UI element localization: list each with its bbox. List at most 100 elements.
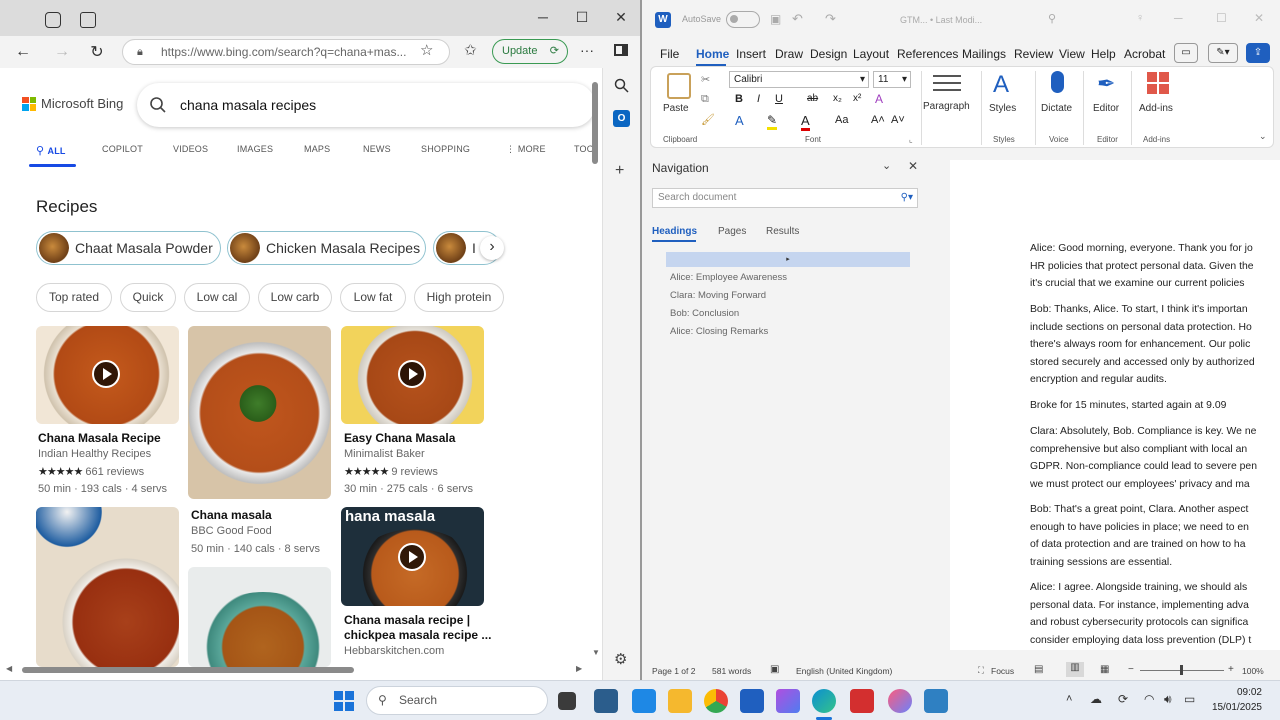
tab-videos[interactable]: VIDEOS [173,144,208,154]
scroll-left-icon[interactable]: ◀ [6,664,12,673]
bold-icon[interactable]: B [735,93,743,105]
dictate-button[interactable]: Dictate [1041,103,1072,114]
chip-top-rated[interactable]: Top rated [36,283,112,312]
update-button[interactable]: Update ⟳ [492,39,568,64]
redo-icon[interactable]: ↷ [825,11,836,27]
chip-low-carb[interactable]: Low carb [258,283,332,312]
nav-heading-item[interactable]: Clara: Moving Forward [670,290,766,301]
editing-mode-icon[interactable]: ✎▾ [1208,43,1238,63]
task-view-icon[interactable] [558,692,576,710]
close-icon[interactable]: ✕ [601,9,640,26]
document-page[interactable]: Alice: Good morning, everyone. Thank you… [950,160,1280,650]
tab-headings[interactable]: Headings [652,226,697,237]
carousel-next-icon[interactable]: › [480,236,504,260]
recipe-title[interactable]: Easy Chana Masala [344,431,455,445]
copilot-icon[interactable] [776,689,800,713]
sync-icon[interactable]: ⟳ [1118,692,1128,706]
back-icon[interactable]: ← [9,38,37,66]
focus-icon[interactable]: ⛶ [978,665,984,676]
web-layout-icon[interactable]: ▦ [1100,664,1109,675]
zoom-slider-thumb[interactable] [1180,665,1183,675]
chip-low-fat[interactable]: Low fat [340,283,406,312]
print-layout-icon[interactable]: ▥ [1066,662,1084,677]
volume-icon[interactable]: 🔊︎ [1164,692,1172,707]
zoom-in-icon[interactable]: + [1228,664,1234,675]
search-icon[interactable]: ⚲ [1048,12,1056,25]
file-explorer-icon[interactable] [668,689,692,713]
chrome-icon[interactable] [704,689,728,713]
chevron-down-icon[interactable]: ⌄ [882,159,891,172]
address-bar[interactable]: 🔒︎ https://www.bing.com/search?q=chana+m… [122,39,450,65]
chip-high-protein[interactable]: High protein [414,283,504,312]
clipboard-launcher-icon[interactable]: ⌞ [909,135,913,144]
save-icon[interactable]: ▣ [770,12,781,26]
change-case-icon[interactable]: Aa [835,114,848,126]
minimize-icon[interactable]: ─ [1174,11,1183,25]
tab-pages[interactable]: Pages [718,226,746,237]
tab-maps[interactable]: MAPS [304,144,330,154]
autosave-toggle[interactable] [726,11,760,28]
document-title[interactable]: GTM... • Last Modi... [900,15,982,25]
subscript-icon[interactable]: x₂ [833,93,842,104]
vertical-scrollbar[interactable] [592,82,598,164]
menu-acrobat[interactable]: Acrobat [1124,47,1165,61]
recipe-image-3[interactable] [341,326,484,424]
recipe-image-1[interactable] [36,326,179,424]
word-count[interactable]: 581 words [712,666,751,676]
copy-icon[interactable]: ⧉ [701,93,709,106]
bing-logo[interactable]: Microsoft Bing [22,96,123,111]
taskbar-search-box[interactable]: ⚲ Search [366,686,548,715]
tab-actions-icon[interactable] [80,12,96,28]
nav-heading-item[interactable]: Alice: Employee Awareness [670,272,787,283]
menu-mailings[interactable]: Mailings [962,47,1006,61]
paste-icon[interactable] [667,73,691,99]
edge-taskbar-icon[interactable] [812,689,836,713]
outlook-icon[interactable]: O [613,110,630,127]
add-ins-button[interactable]: Add-ins [1139,103,1173,114]
strikethrough-icon[interactable]: ab [807,93,818,104]
close-pane-icon[interactable]: ✕ [908,159,918,173]
start-windows-icon[interactable] [334,691,354,711]
doc-paragraph[interactable]: Alice: I agree. Alongside training, we s… [1030,579,1251,649]
dictate-microphone-icon[interactable] [1051,71,1064,93]
editor-button[interactable]: Editor [1093,103,1119,114]
menu-help[interactable]: Help [1091,47,1116,61]
recipe-image-4[interactable] [36,507,179,667]
menu-references[interactable]: References [897,47,958,61]
nav-heading-item[interactable]: Bob: Conclusion [670,308,739,319]
collapse-ribbon-icon[interactable]: ⌄ [1259,131,1267,142]
maximize-icon[interactable]: ☐ [1216,11,1227,25]
recipe-title[interactable]: Chana masala [191,508,272,522]
superscript-icon[interactable]: x² [853,93,861,104]
horizontal-scrollbar[interactable] [22,667,354,673]
font-color-icon[interactable]: A [801,113,810,131]
language[interactable]: English (United Kingdom) [796,666,892,676]
battery-icon[interactable]: ▭ [1184,692,1195,706]
underline-icon[interactable]: U [775,93,783,105]
italic-icon[interactable]: I [757,93,760,105]
recipe-title[interactable]: Chana masala recipe | [344,613,470,627]
bing-search-box[interactable]: chana masala recipes [137,83,595,127]
text-effects-icon[interactable]: A [735,113,744,128]
doc-paragraph[interactable]: Broke for 15 minutes, started again at 9… [1030,397,1226,415]
styles-button[interactable]: Styles [989,103,1016,114]
cut-icon[interactable]: ✂ [701,73,710,86]
format-painter-icon[interactable]: 🖌︎ [701,113,715,126]
grow-font-icon[interactable]: A˄ [871,114,885,126]
menu-file[interactable]: File [660,47,679,61]
widgets-icon[interactable] [594,689,618,713]
zoom-level[interactable]: 100% [1242,666,1264,676]
proofing-icon[interactable]: ▣ [770,664,779,675]
refresh-icon[interactable]: ↻ [83,38,111,66]
menu-insert[interactable]: Insert [736,47,766,61]
pill-chaat-masala[interactable]: Chaat Masala Powder [36,231,221,265]
nav-heading-item[interactable]: Alice: Closing Remarks [670,326,768,337]
onedrive-icon[interactable]: ☁ [1090,692,1102,706]
read-mode-icon[interactable]: ▤ [1034,664,1043,675]
recipe-image-6[interactable]: hana masala [341,507,484,606]
workspaces-icon[interactable] [45,12,61,28]
add-ins-grid-icon[interactable] [1147,72,1169,94]
font-size-select[interactable]: 11 ▾ [873,71,911,88]
menu-design[interactable]: Design [810,47,847,61]
clock-time[interactable]: 09:02 [1212,687,1262,698]
